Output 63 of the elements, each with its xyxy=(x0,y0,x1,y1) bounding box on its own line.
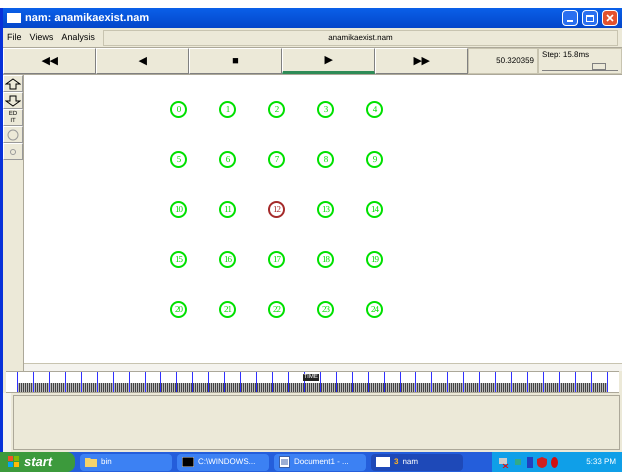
network-node: 3 xyxy=(317,101,334,118)
network-node: 12 xyxy=(268,201,285,218)
window-title: nam: anamikaexist.nam xyxy=(25,10,150,26)
network-node: 0 xyxy=(170,101,187,118)
network-node: 13 xyxy=(317,201,334,218)
network-node: 5 xyxy=(170,151,187,168)
taskbar-button[interactable]: bin xyxy=(80,454,172,470)
network-node: 4 xyxy=(366,101,383,118)
network-node: 11 xyxy=(219,201,236,218)
up-arrow-icon xyxy=(5,78,21,90)
playback-button[interactable]: ◀ xyxy=(96,48,189,74)
document-icon xyxy=(279,456,290,468)
network-node: 17 xyxy=(268,251,285,268)
menu-item[interactable]: Analysis xyxy=(57,30,99,44)
clock: 5:33 PM xyxy=(586,456,616,468)
taskbar-button[interactable]: Document1 - ... xyxy=(274,454,366,470)
shield-icon xyxy=(537,456,547,468)
network-node: 16 xyxy=(219,251,236,268)
playback-button[interactable]: ◀◀ xyxy=(3,48,96,74)
network-node: 22 xyxy=(268,301,285,318)
network-node: 2 xyxy=(268,101,285,118)
network-node: 21 xyxy=(219,301,236,318)
network-node: 18 xyxy=(317,251,334,268)
close-button[interactable] xyxy=(602,10,618,26)
taskbar-button[interactable]: 3 nam xyxy=(371,454,463,470)
folder-icon xyxy=(85,457,97,467)
network-node: 10 xyxy=(170,201,187,218)
file-name-field: anamikaexist.nam xyxy=(102,30,618,46)
close-icon xyxy=(606,14,614,22)
network-node: 7 xyxy=(268,151,285,168)
maximize-button[interactable] xyxy=(582,10,598,26)
network-node: 24 xyxy=(366,301,383,318)
vertical-scrollbar[interactable] xyxy=(3,393,11,452)
network-node: 20 xyxy=(170,301,187,318)
circle-icon xyxy=(10,148,16,154)
menu-item[interactable]: File xyxy=(3,30,26,44)
minimize-button[interactable] xyxy=(562,10,578,26)
menu-item[interactable]: Views xyxy=(26,30,58,44)
playback-button[interactable]: ■ xyxy=(189,48,282,74)
window-icon xyxy=(7,13,21,23)
down-arrow-icon xyxy=(5,94,21,106)
console-icon xyxy=(182,457,194,467)
window-icon xyxy=(376,457,390,467)
network-node: 15 xyxy=(170,251,187,268)
network-node: 1 xyxy=(219,101,236,118)
step-slider[interactable] xyxy=(542,63,618,71)
network-node: 8 xyxy=(317,151,334,168)
network-node: 14 xyxy=(366,201,383,218)
tool-button[interactable] xyxy=(3,75,23,92)
playback-button[interactable]: ▶▶ xyxy=(375,48,468,74)
time-field: 50.320359 xyxy=(468,48,538,74)
tool-button[interactable] xyxy=(3,92,23,109)
network-icon xyxy=(498,456,509,468)
flag-icon xyxy=(8,456,20,468)
network-node: 23 xyxy=(317,301,334,318)
horizontal-scrollbar[interactable] xyxy=(24,363,622,371)
network-node: 19 xyxy=(366,251,383,268)
start-button[interactable]: start xyxy=(0,452,75,472)
step-label: Step: 15.8ms xyxy=(542,49,590,61)
circle-icon xyxy=(7,128,19,140)
taskbar-button[interactable]: C:\WINDOWS... xyxy=(177,454,269,470)
network-node: 9 xyxy=(366,151,383,168)
network-node: 6 xyxy=(219,151,236,168)
